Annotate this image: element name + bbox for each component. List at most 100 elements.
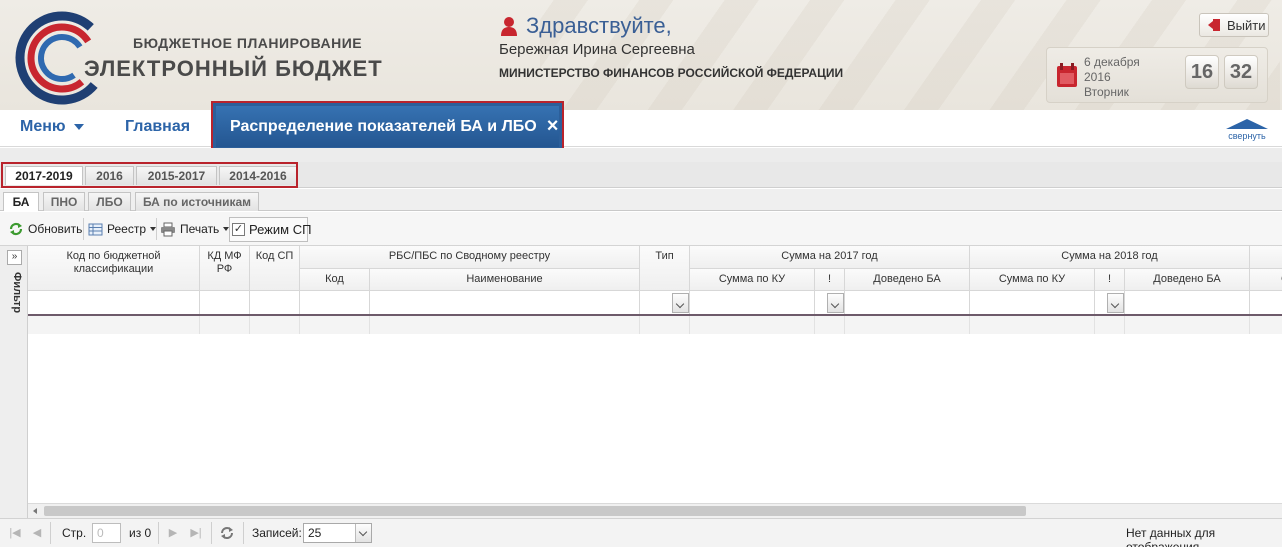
mode-sp-checkbox[interactable]: ✓ <box>232 222 245 236</box>
menu-label: Меню <box>20 118 66 135</box>
col-header-dovedeno-2017[interactable]: Доведено БА <box>845 269 970 291</box>
table-row <box>1095 316 1125 334</box>
horizontal-scrollbar[interactable] <box>28 503 1282 518</box>
paging-separator <box>158 522 159 544</box>
logo-title-top: БЮДЖЕТНОЕ ПЛАНИРОВАНИЕ <box>133 35 363 51</box>
col-header-flag-2017[interactable]: ! <box>815 269 845 291</box>
table-row <box>300 316 370 334</box>
paging-separator <box>211 522 212 544</box>
tab-lbo[interactable]: ЛБО <box>88 192 131 211</box>
home-link[interactable]: Главная <box>125 118 190 136</box>
records-label: Записей: <box>252 526 302 540</box>
filter-rbs-name-input[interactable] <box>370 291 640 314</box>
menu-button[interactable]: Меню <box>20 118 84 136</box>
chevron-up-icon <box>1226 119 1268 129</box>
collapse-header-button[interactable]: свернуть <box>1226 119 1268 143</box>
refresh-button[interactable]: Обновить <box>8 219 82 239</box>
data-grid: Код по бюджетной классификации КД МФ РФ … <box>28 246 1282 503</box>
filter-flag-2018-dropdown-button[interactable] <box>1107 293 1124 313</box>
chevron-down-icon[interactable] <box>355 524 371 542</box>
col-header-rbs-name[interactable]: Наименование <box>370 269 640 291</box>
filter-rbs-code-input[interactable] <box>300 291 370 314</box>
tab-ba[interactable]: БА <box>3 192 39 211</box>
mode-sp-toggle[interactable]: ✓ Режим СП <box>232 219 311 239</box>
filter-kd-mf-input[interactable] <box>200 291 250 314</box>
col-header-kbk[interactable]: Код по бюджетной классификации <box>28 246 200 291</box>
tab-ba-by-sources[interactable]: БА по источникам <box>135 192 259 211</box>
col-header-sum-ku-2017[interactable]: Сумма по КУ <box>690 269 815 291</box>
close-icon[interactable]: × <box>547 115 559 138</box>
logout-icon <box>1208 19 1220 31</box>
filter-kbk-input[interactable] <box>28 291 200 314</box>
filter-type-dropdown-button[interactable] <box>672 293 689 313</box>
mode-sp-label: Режим СП <box>249 221 312 237</box>
horizontal-scrollbar-thumb[interactable] <box>44 506 1026 516</box>
logout-button[interactable]: Выйти <box>1199 13 1269 37</box>
filter-panel-label[interactable]: Фильтр <box>3 272 23 313</box>
refresh-icon <box>9 222 23 236</box>
filter-kod-sp-input[interactable] <box>250 291 300 314</box>
table-row <box>370 316 640 334</box>
prev-page-icon[interactable]: ◀ <box>30 526 44 540</box>
col-header-next-partial[interactable]: С <box>1250 269 1282 291</box>
last-page-icon[interactable]: ▶| <box>189 526 203 540</box>
filter-flag-2017-dropdown-button[interactable] <box>827 293 844 313</box>
tab-pno[interactable]: ПНО <box>43 192 85 211</box>
filter-next-input[interactable] <box>1250 291 1282 314</box>
clock-hours: 16 <box>1185 55 1219 89</box>
col-header-kod-sp[interactable]: Код СП <box>250 246 300 291</box>
active-tab-label: Распределение показателей БА и ЛБО <box>230 117 537 135</box>
current-date: 6 декабря 2016 Вторник <box>1084 55 1140 100</box>
table-row <box>815 316 845 334</box>
page-count-label: из 0 <box>129 526 152 540</box>
print-menu-button[interactable]: Печать <box>160 219 230 239</box>
table-row <box>970 316 1095 334</box>
table-row <box>640 316 690 334</box>
records-per-page-value: 25 <box>308 526 322 540</box>
col-group-sum-2017: Сумма на 2017 год <box>690 246 970 269</box>
collapse-label: свернуть <box>1228 131 1266 141</box>
date-weekday: Вторник <box>1084 85 1129 99</box>
col-header-sum-ku-2018[interactable]: Сумма по КУ <box>970 269 1095 291</box>
first-page-icon[interactable]: |◀ <box>8 526 22 540</box>
records-per-page-select[interactable]: 25 <box>303 523 372 543</box>
filter-sum-ku-2018-input[interactable] <box>970 291 1095 314</box>
scroll-left-icon[interactable] <box>33 508 37 514</box>
page-label: Стр. <box>62 526 87 540</box>
app-header: БЮДЖЕТНОЕ ПЛАНИРОВАНИЕ ЭЛЕКТРОННЫЙ БЮДЖЕ… <box>0 0 1282 110</box>
col-header-kd-mf[interactable]: КД МФ РФ <box>200 246 250 291</box>
col-group-next <box>1250 246 1282 269</box>
refresh-label: Обновить <box>28 222 83 236</box>
col-header-dovedeno-2018[interactable]: Доведено БА <box>1125 269 1250 291</box>
print-label: Печать <box>180 222 220 236</box>
greeting-text: Здравствуйте, <box>526 13 672 38</box>
table-row <box>690 316 815 334</box>
table-row <box>200 316 250 334</box>
date-day: 6 декабря <box>1084 55 1140 69</box>
active-tab-distribution[interactable]: Распределение показателей БА и ЛБО × <box>211 101 564 152</box>
organization-name: МИНИСТЕРСТВО ФИНАНСОВ РОССИЙСКОЙ ФЕДЕРАЦ… <box>499 66 844 80</box>
filter-dovedeno-2018-input[interactable] <box>1125 291 1250 314</box>
page-number-input[interactable]: 0 <box>92 523 121 543</box>
main-navigation: Меню Главная <box>0 110 1282 147</box>
next-page-icon[interactable]: ▶ <box>166 526 180 540</box>
table-row <box>845 316 970 334</box>
calendar-icon <box>1057 63 1077 87</box>
filter-dovedeno-2017-input[interactable] <box>845 291 970 314</box>
year-tabs-highlight <box>1 162 298 188</box>
toolbar-separator <box>156 218 157 240</box>
empty-data-message: Нет данных для отображения <box>1126 526 1216 547</box>
filter-sum-ku-2017-input[interactable] <box>690 291 815 314</box>
refresh-icon[interactable] <box>219 525 235 541</box>
paging-separator <box>243 522 244 544</box>
chevron-down-icon <box>73 124 84 130</box>
registry-menu-button[interactable]: Реестр <box>88 219 156 239</box>
col-group-sum-2018: Сумма на 2018 год <box>970 246 1250 269</box>
registry-label: Реестр <box>107 222 146 236</box>
clock-minutes: 32 <box>1224 55 1258 89</box>
paging-separator <box>50 522 51 544</box>
col-header-type[interactable]: Тип <box>640 246 690 291</box>
col-header-flag-2018[interactable]: ! <box>1095 269 1125 291</box>
expand-filter-button[interactable]: » <box>7 250 22 265</box>
col-header-rbs-code[interactable]: Код <box>300 269 370 291</box>
